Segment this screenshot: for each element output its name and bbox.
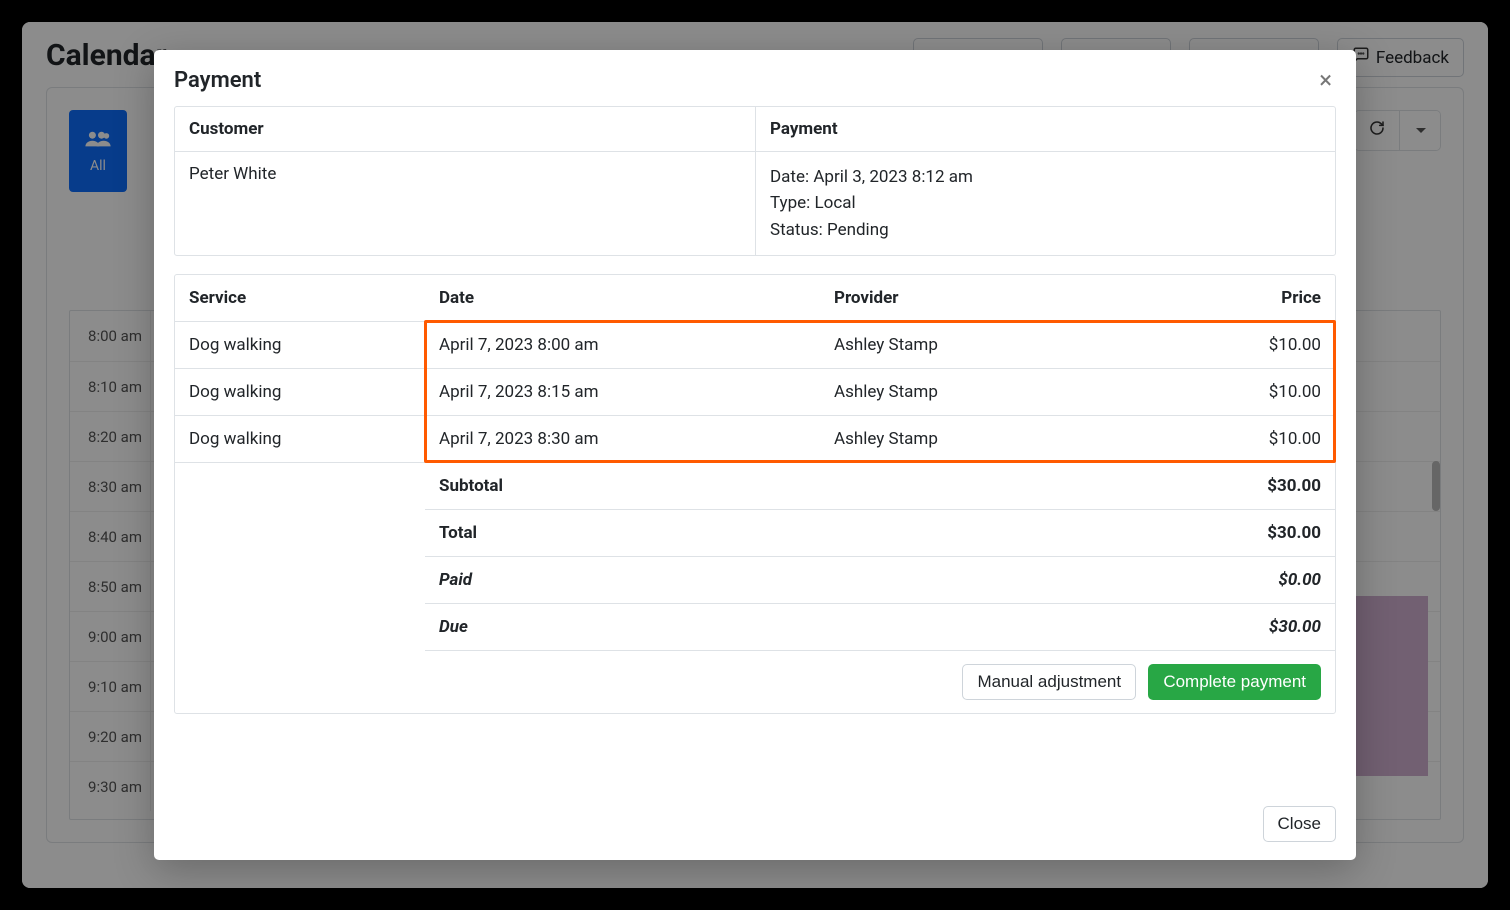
header-date: Date	[425, 275, 820, 321]
complete-payment-button[interactable]: Complete payment	[1148, 664, 1321, 700]
cell-service: Dog walking	[175, 415, 425, 462]
cell-price: $10.00	[1095, 415, 1335, 462]
payment-modal: Payment × Customer Payment Peter White	[154, 50, 1356, 860]
header-service: Service	[175, 275, 425, 321]
payment-status-label: Status:	[770, 220, 823, 240]
header-payment: Payment	[755, 107, 1335, 152]
total-value: $30.00	[1095, 509, 1335, 556]
payment-type-label: Type:	[770, 193, 810, 213]
cell-date: April 7, 2023 8:00 am	[425, 321, 820, 368]
close-icon: ×	[1319, 66, 1332, 94]
cell-price: $10.00	[1095, 321, 1335, 368]
cell-provider: Ashley Stamp	[820, 415, 1095, 462]
due-label: Due	[425, 603, 1095, 650]
header-customer: Customer	[175, 107, 755, 152]
paid-value: $0.00	[1095, 556, 1335, 603]
payment-info-table: Customer Payment Peter White Date: April…	[174, 106, 1336, 256]
cell-date: April 7, 2023 8:30 am	[425, 415, 820, 462]
header-provider: Provider	[820, 275, 1095, 321]
subtotal-value: $30.00	[1095, 462, 1335, 509]
subtotal-label: Subtotal	[425, 462, 1095, 509]
due-value: $30.00	[1095, 603, 1335, 650]
modal-title: Payment	[174, 68, 261, 93]
payment-date-value: April 3, 2023 8:12 am	[813, 167, 973, 187]
payment-status-value: Pending	[827, 220, 889, 240]
manual-adjustment-button[interactable]: Manual adjustment	[962, 664, 1136, 700]
total-label: Total	[425, 509, 1095, 556]
payment-lines-table: Service Date Provider Price Dog walkingA…	[174, 274, 1336, 714]
cell-provider: Ashley Stamp	[820, 321, 1095, 368]
payment-type-value: Local	[815, 193, 856, 213]
cell-service: Dog walking	[175, 368, 425, 415]
paid-label: Paid	[425, 556, 1095, 603]
table-row: Dog walkingApril 7, 2023 8:30 amAshley S…	[175, 415, 1335, 462]
payment-date-label: Date:	[770, 167, 809, 187]
cell-date: April 7, 2023 8:15 am	[425, 368, 820, 415]
close-button[interactable]: Close	[1263, 806, 1336, 842]
header-price: Price	[1095, 275, 1335, 321]
payment-meta: Date: April 3, 2023 8:12 am Type: Local	[755, 152, 1335, 255]
modal-close-button[interactable]: ×	[1315, 64, 1336, 96]
customer-name: Peter White	[175, 152, 755, 255]
cell-price: $10.00	[1095, 368, 1335, 415]
table-row: Dog walkingApril 7, 2023 8:00 amAshley S…	[175, 321, 1335, 368]
cell-service: Dog walking	[175, 321, 425, 368]
cell-provider: Ashley Stamp	[820, 368, 1095, 415]
table-row: Dog walkingApril 7, 2023 8:15 amAshley S…	[175, 368, 1335, 415]
